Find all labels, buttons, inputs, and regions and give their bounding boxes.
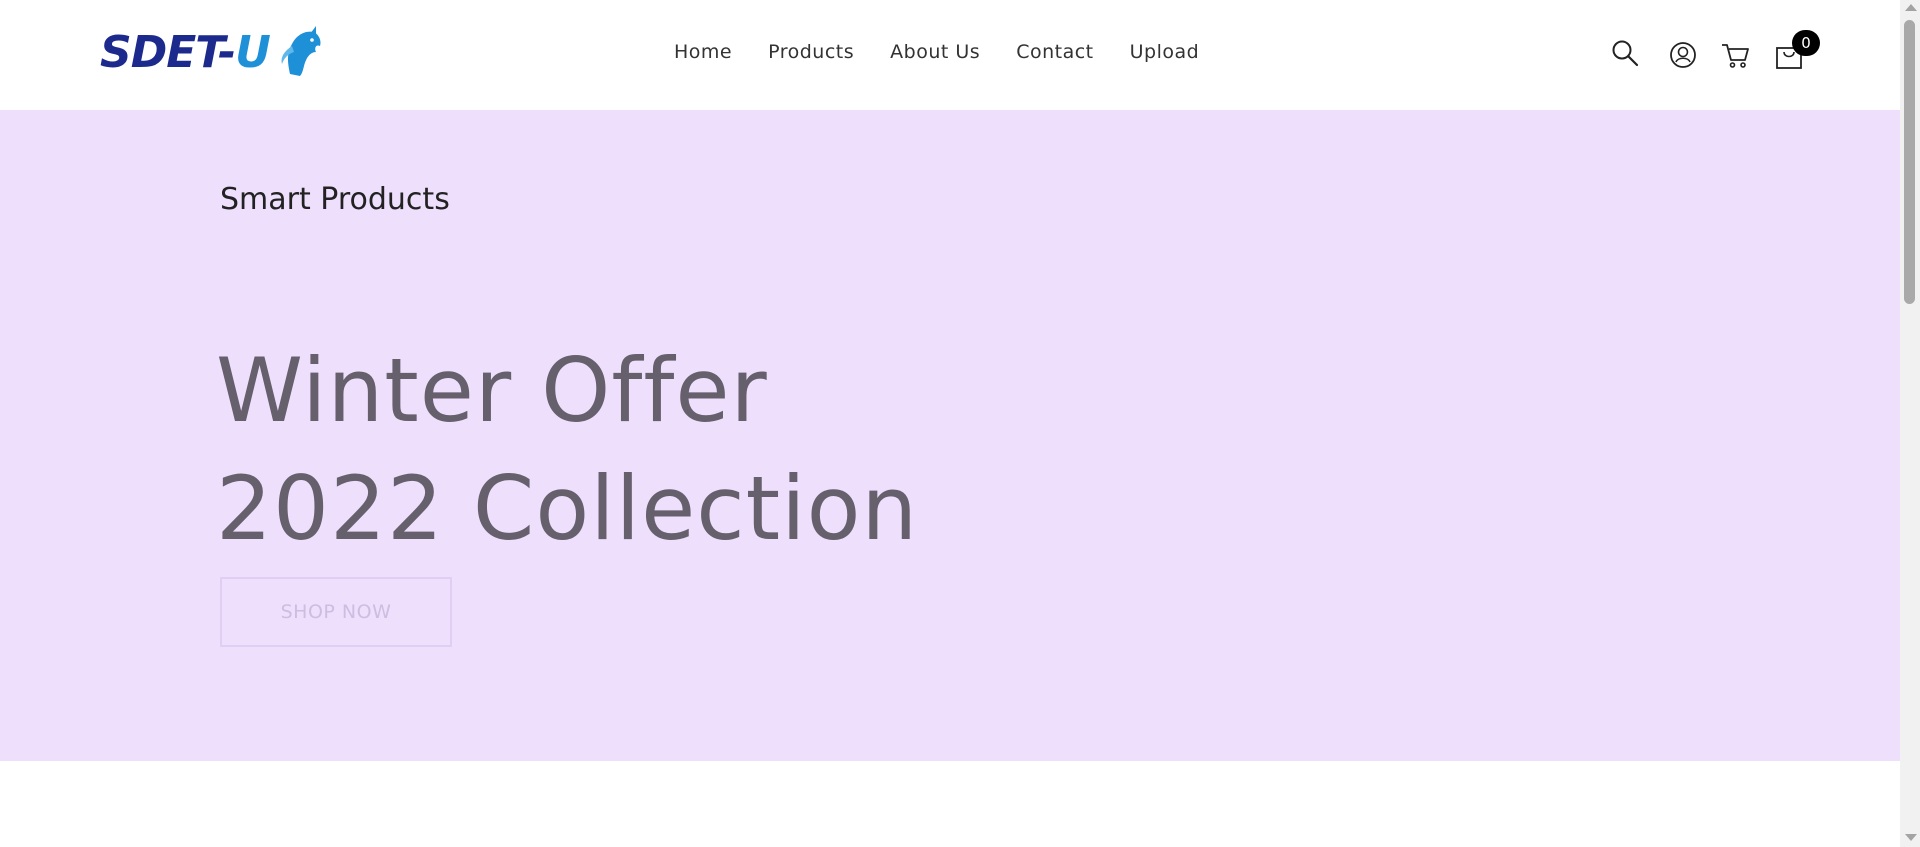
hero-headline-line1: Winter Offer — [216, 339, 768, 442]
scroll-down-arrow-icon[interactable] — [1905, 834, 1917, 841]
nav-about-us[interactable]: About Us — [890, 40, 980, 64]
cart-icon[interactable] — [1720, 40, 1750, 70]
vertical-scrollbar[interactable] — [1900, 0, 1920, 847]
hero-banner: Smart Products Winter Offer 2022 Collect… — [0, 110, 1900, 761]
nav-contact[interactable]: Contact — [1016, 40, 1093, 64]
hero-headline-line2: 2022 Collection — [216, 457, 919, 560]
nav-products[interactable]: Products — [768, 40, 854, 64]
main-nav: Home Products About Us Contact Upload — [674, 40, 1235, 64]
scrollbar-thumb[interactable] — [1904, 20, 1915, 304]
shop-now-button[interactable]: SHOP NOW — [220, 577, 452, 647]
site-header: SDET-U Home Products About Us Contact Up… — [0, 0, 1900, 110]
logo-text: SDET-U — [100, 26, 271, 78]
scroll-up-arrow-icon[interactable] — [1905, 4, 1917, 11]
bag-count-badge: 0 — [1792, 30, 1820, 56]
horse-head-icon — [281, 26, 321, 76]
user-icon[interactable] — [1668, 40, 1698, 70]
hero-subtitle: Smart Products — [220, 182, 450, 217]
hero-headline: Winter Offer 2022 Collection — [216, 332, 918, 568]
nav-upload[interactable]: Upload — [1130, 40, 1200, 64]
search-icon[interactable] — [1610, 38, 1640, 68]
nav-home[interactable]: Home — [674, 40, 732, 64]
site-logo[interactable]: SDET-U — [100, 24, 326, 80]
